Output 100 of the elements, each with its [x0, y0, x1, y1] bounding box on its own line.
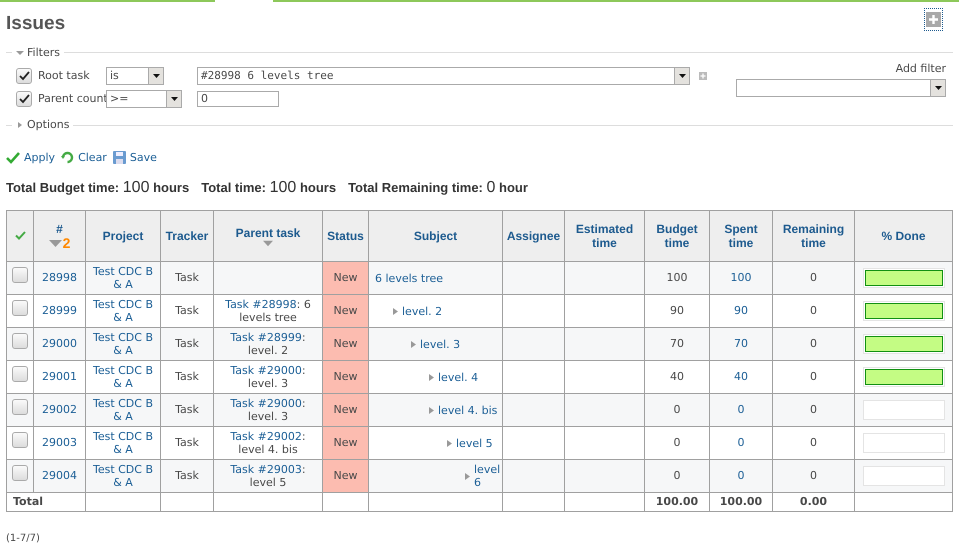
spent-time-link[interactable]: 70	[734, 336, 748, 350]
collapse-arrow-icon	[16, 50, 24, 56]
sort-caret-icon[interactable]	[263, 240, 273, 246]
remaining-time: 0	[810, 370, 817, 383]
budget-time: 100	[666, 270, 688, 284]
tree-arrow-icon	[447, 440, 452, 446]
filter-label: Parent count	[38, 90, 106, 107]
column-header[interactable]: #	[56, 222, 63, 236]
status-text: New	[334, 402, 358, 416]
checkbox[interactable]	[12, 267, 28, 284]
parent-task-text: Task #28999: level. 2	[230, 331, 306, 357]
add-filter-label: Add filter	[896, 61, 946, 77]
subject-link[interactable]: level 6	[474, 463, 500, 489]
column-header[interactable]: Subject	[414, 229, 458, 243]
tracker-text: Task	[175, 336, 199, 350]
sort-index: 2	[62, 236, 70, 250]
options-toggle[interactable]: Options	[16, 117, 70, 134]
budget-time: 90	[670, 304, 684, 317]
status-text: New	[334, 336, 358, 350]
subject-link[interactable]: level 4. bis	[438, 404, 498, 416]
tracker-text: Task	[175, 436, 199, 449]
spent-time-link[interactable]: 0	[738, 402, 744, 416]
action-link[interactable]: Apply	[6, 150, 56, 166]
parent-task-link[interactable]: Task #28999	[230, 331, 302, 344]
tree-arrow-icon	[429, 374, 434, 380]
column-header[interactable]: Parent task	[236, 226, 300, 240]
check-icon	[6, 152, 20, 164]
remaining-time: 0	[810, 468, 817, 482]
checkbox[interactable]	[12, 399, 28, 416]
checkbox[interactable]	[12, 333, 28, 350]
status-text: New	[334, 270, 358, 284]
sort-caret-icon[interactable]	[48, 240, 62, 246]
total-budget: 100.00	[656, 494, 698, 508]
total-summary: Total time: 100 hours	[201, 178, 336, 198]
subject-link[interactable]: level. 2	[402, 304, 442, 318]
parent-task-text: Task #29000: level. 3	[230, 364, 306, 390]
page-title: Issues	[6, 12, 66, 36]
checkbox[interactable]	[12, 465, 28, 482]
operator-select[interactable]: is	[106, 67, 164, 85]
parent-task-link[interactable]: Task #29003	[230, 463, 302, 476]
remaining-time: 0	[810, 402, 817, 416]
total-summary: Total Remaining time: 0 hour	[348, 178, 528, 198]
filter-label: Root task	[38, 68, 91, 84]
checkbox[interactable]	[16, 91, 32, 107]
parent-task-text: Task #29000: level. 3	[230, 397, 306, 423]
check-all-icon[interactable]	[14, 231, 26, 240]
spent-time-link[interactable]: 0	[738, 468, 744, 482]
parent-task-link[interactable]: Task #29002	[230, 430, 302, 443]
action-link[interactable]: Clear	[61, 150, 107, 166]
tracker-text: Task	[175, 270, 199, 284]
parent-task-link[interactable]: Task #29000	[230, 397, 302, 410]
tree-arrow-icon	[411, 340, 416, 348]
subject-link[interactable]: level. 4	[438, 370, 478, 384]
spent-time-link[interactable]: 100	[730, 270, 752, 284]
operator-select[interactable]: >=	[106, 90, 182, 108]
parent-task-text: Task #28998: 6 levels tree	[225, 298, 311, 324]
value-select[interactable]: #28998 6 levels tree	[197, 67, 690, 85]
status-text: New	[334, 436, 358, 449]
status-text: New	[334, 468, 358, 482]
plus-icon[interactable]	[699, 72, 707, 80]
remaining-time: 0	[810, 336, 817, 350]
spent-time-link[interactable]: 0	[738, 436, 744, 449]
action-link[interactable]: Save	[112, 150, 157, 166]
parent-task-text: Task #29003: level 5	[230, 463, 306, 489]
budget-time: 70	[670, 336, 684, 350]
remaining-time: 0	[810, 304, 817, 317]
budget-time: 0	[674, 468, 680, 482]
status-text: New	[334, 370, 358, 383]
total-summary: Total Budget time: 100 hours	[6, 178, 190, 198]
remaining-time: 0	[810, 436, 817, 449]
budget-time: 40	[670, 370, 684, 383]
tracker-text: Task	[175, 468, 199, 482]
tree-arrow-icon	[429, 406, 434, 414]
remaining-time: 0	[810, 270, 817, 284]
expand-arrow-icon	[16, 122, 24, 128]
spent-time-link[interactable]: 90	[734, 304, 748, 317]
add-button[interactable]	[924, 8, 943, 31]
column-header[interactable]: % Done	[881, 229, 926, 243]
value-input[interactable]: 0	[197, 91, 279, 107]
status-text: New	[334, 304, 358, 317]
checkbox[interactable]	[12, 300, 28, 316]
tracker-text: Task	[175, 304, 199, 317]
tree-arrow-icon	[393, 308, 398, 314]
spent-time-link[interactable]: 40	[734, 370, 748, 383]
filters-toggle[interactable]: Filters	[16, 44, 60, 61]
subject-link[interactable]: level. 3	[420, 338, 460, 350]
subject-link[interactable]: level 5	[456, 436, 493, 450]
tracker-text: Task	[175, 402, 199, 416]
total-spent: 100.00	[720, 494, 762, 508]
parent-task-link[interactable]: Task #29000	[230, 364, 302, 377]
column-header[interactable]: Project	[102, 229, 144, 243]
tracker-text: Task	[175, 370, 199, 383]
parent-task-link[interactable]: Task #28998	[225, 298, 297, 311]
tree-arrow-icon	[465, 472, 470, 480]
checkbox[interactable]	[16, 68, 32, 84]
checkbox[interactable]	[12, 432, 28, 448]
pagination-text: (1-7/7)	[6, 533, 40, 544]
checkbox[interactable]	[12, 366, 28, 382]
refresh-icon	[61, 151, 74, 164]
budget-time: 0	[674, 402, 680, 416]
